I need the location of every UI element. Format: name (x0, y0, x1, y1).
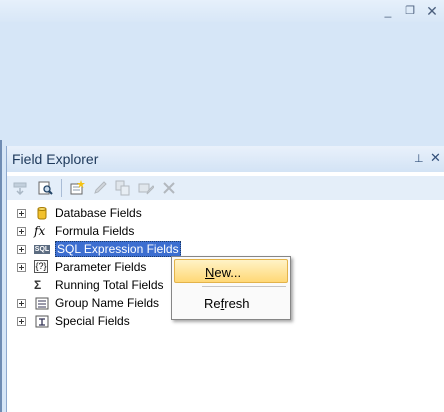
toolbar-separator (61, 179, 62, 197)
expand-toggle[interactable] (17, 245, 26, 254)
tree-item-label: Database Fields (55, 206, 142, 220)
expand-toggle[interactable] (17, 209, 26, 218)
pin-icon[interactable]: ⊥ (414, 152, 424, 165)
sql-icon: SQL (34, 245, 50, 254)
tree-item-label: Parameter Fields (55, 260, 147, 274)
minimize-button[interactable]: _ (380, 3, 396, 19)
menu-item-label: New... (205, 265, 242, 280)
tree-item-label: Running Total Fields (55, 278, 164, 292)
tree-item-label: SQL Expression Fields (55, 241, 181, 257)
edit-icon[interactable] (92, 180, 108, 196)
expand-toggle[interactable] (17, 227, 26, 236)
database-icon (37, 207, 47, 220)
window-title-bar: _ ❐ ✕ (0, 0, 444, 22)
formula-icon: fx (34, 224, 46, 238)
tree-item-label: Group Name Fields (55, 296, 160, 310)
new-icon[interactable] (69, 180, 85, 196)
delete-icon[interactable] (161, 180, 177, 196)
special-fields-icon (35, 315, 49, 328)
left-divider (0, 140, 2, 412)
insert-to-report-icon[interactable] (12, 180, 28, 196)
menu-separator (202, 286, 286, 287)
restore-button[interactable]: ❐ (402, 3, 418, 19)
panel-header: Field Explorer ⊥ ✕ (7, 146, 444, 172)
parameter-icon: {?} (34, 260, 48, 273)
duplicate-icon[interactable] (115, 180, 131, 196)
menu-item-new[interactable]: New... (174, 259, 288, 283)
workspace-area (0, 22, 444, 146)
panel-title: Field Explorer (12, 151, 99, 167)
close-window-button[interactable]: ✕ (424, 3, 440, 19)
tree-item-label: Formula Fields (55, 224, 135, 238)
expand-toggle[interactable] (17, 263, 26, 272)
context-menu: New... Refresh (171, 256, 291, 320)
browse-icon[interactable] (37, 180, 53, 196)
expand-toggle[interactable] (17, 317, 26, 326)
group-name-icon (35, 297, 49, 310)
explorer-toolbar (7, 176, 444, 200)
panel-close-button[interactable]: ✕ (430, 150, 441, 166)
tree-item-label: Special Fields (55, 314, 130, 328)
menu-item-refresh[interactable]: Refresh (174, 291, 288, 315)
expand-toggle[interactable] (17, 299, 26, 308)
running-total-icon: Σ (34, 278, 42, 292)
menu-item-label: Refresh (204, 296, 250, 311)
rename-icon[interactable] (138, 180, 154, 196)
